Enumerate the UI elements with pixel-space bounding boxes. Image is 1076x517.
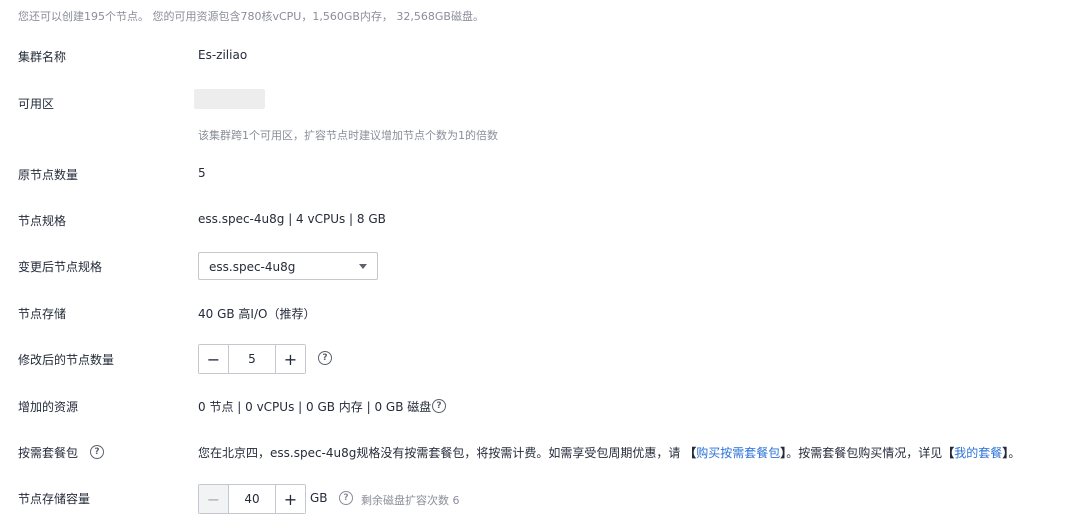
new-spec-select[interactable]: ess.spec-4u8g (198, 252, 378, 280)
added-resources-value: 0 节点 | 0 vCPUs | 0 GB 内存 | 0 GB 磁盘 (198, 400, 432, 414)
node-spec-value: ess.spec-4u8g | 4 vCPUs | 8 GB (198, 212, 386, 226)
original-nodes-value: 5 (198, 166, 206, 180)
increment-button[interactable]: + (275, 485, 305, 513)
available-resources-note: 您还可以创建195个节点。 您的可用资源包含780核vCPU，1,560GB内存… (18, 10, 484, 23)
bracket-open: 【 (684, 446, 697, 460)
az-hint: 该集群跨1个可用区，扩容节点时建议增加节点个数为1的倍数 (198, 129, 498, 142)
buy-package-link[interactable]: 购买按需套餐包 (696, 446, 780, 460)
chevron-down-icon (359, 264, 367, 269)
increment-button[interactable]: + (275, 345, 305, 373)
az-value-redacted (194, 89, 265, 109)
new-spec-label: 变更后节点规格 (18, 260, 103, 274)
node-storage-value: 40 GB 高I/O（推荐） (198, 307, 316, 321)
remaining-expansions: 剩余磁盘扩容次数 6 (361, 494, 460, 507)
package-label: 按需套餐包 (18, 446, 79, 460)
storage-capacity-label: 节点存储容量 (18, 492, 91, 506)
node-count-input[interactable] (229, 345, 275, 373)
package-info: 您在北京四，ess.spec-4u8g规格没有按需套餐包，将按需计费。如需享受包… (198, 444, 1020, 461)
decrement-button[interactable]: − (199, 485, 229, 513)
new-spec-selected: ess.spec-4u8g (209, 260, 296, 274)
original-nodes-label: 原节点数量 (18, 168, 79, 182)
storage-capacity-stepper: − + (198, 484, 306, 514)
my-package-link[interactable]: 我的套餐 (954, 446, 1002, 460)
help-icon[interactable]: ? (432, 399, 446, 413)
storage-capacity-input[interactable] (229, 485, 275, 513)
help-icon[interactable]: ? (339, 491, 353, 505)
package-text: 您在北京四，ess.spec-4u8g规格没有按需套餐包，将按需计费。如需享受包… (198, 446, 681, 460)
package-text-middle: 。按需套餐包购买情况，详见 (786, 446, 943, 460)
node-storage-label: 节点存储 (18, 307, 67, 321)
decrement-button[interactable]: − (199, 345, 229, 373)
bracket-open: 【 (942, 446, 955, 460)
help-icon[interactable]: ? (318, 351, 332, 365)
modified-nodes-label: 修改后的节点数量 (18, 353, 115, 367)
cluster-name-label: 集群名称 (18, 50, 67, 64)
storage-unit: GB (310, 491, 328, 505)
package-text-end: 。 (1008, 446, 1021, 460)
node-count-stepper: − + (198, 344, 306, 374)
cluster-name-value: Es-ziliao (198, 48, 248, 62)
node-spec-label: 节点规格 (18, 214, 67, 228)
added-resources-label: 增加的资源 (18, 400, 79, 414)
help-icon[interactable]: ? (90, 445, 104, 459)
az-label: 可用区 (18, 97, 55, 111)
